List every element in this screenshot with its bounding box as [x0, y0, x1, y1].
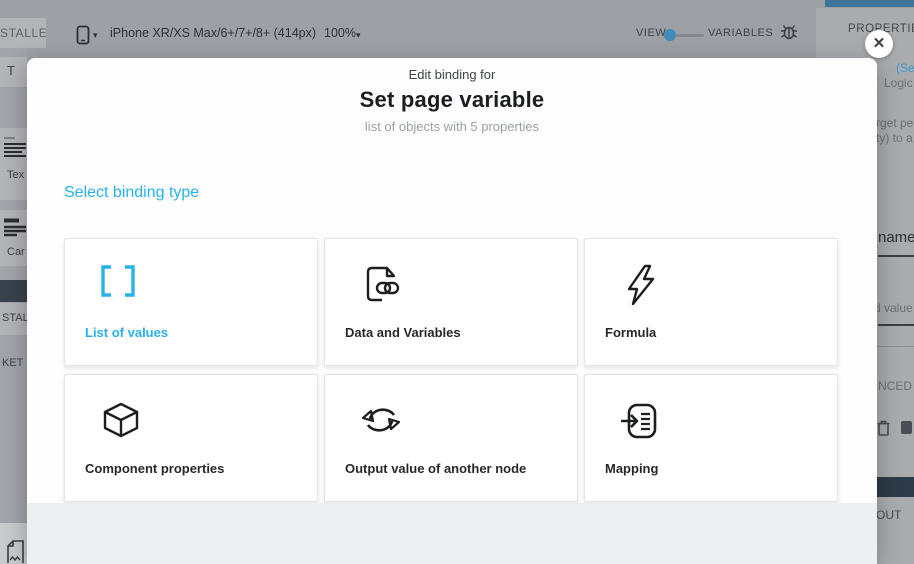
screen: STALLED ▾ iPhone XR/XS Max/6+/7+/8+ (414… [0, 0, 914, 564]
preview-button-edge[interactable] [825, 0, 914, 7]
select-binding-type-label: Select binding type [64, 184, 199, 202]
binding-card-label: Output value of another node [345, 461, 526, 476]
binding-card-label: List of values [85, 325, 168, 340]
component-text-label[interactable]: Tex [7, 169, 24, 181]
value-field-fragment[interactable]: d value [874, 301, 913, 315]
variables-label[interactable]: VARIABLES [708, 27, 773, 39]
logic-label-fragment: Logic [884, 76, 913, 90]
binding-card-mapping[interactable]: Mapping [584, 374, 838, 502]
advanced-label-fragment[interactable]: NCED [878, 379, 912, 393]
name-field-fragment[interactable]: name [878, 229, 914, 246]
description-fragment-1: rget pe [876, 116, 913, 130]
card-lines-icon [3, 218, 26, 238]
tab-installed[interactable]: STALLED [0, 18, 46, 48]
settings-link-fragment[interactable]: (Se [896, 61, 914, 75]
modal-subtitle: list of objects with 5 properties [27, 119, 877, 134]
modal-header: Edit binding for Set page variable list … [27, 67, 877, 134]
text-lines-icon [3, 136, 26, 160]
binding-card-label: Component properties [85, 461, 224, 476]
bug-icon[interactable] [780, 23, 798, 40]
component-card-label[interactable]: Car [7, 246, 25, 258]
component-typography[interactable]: T [7, 63, 15, 78]
document-link-icon [359, 263, 403, 307]
device-icon[interactable] [76, 25, 90, 45]
binding-card-label: Formula [605, 325, 656, 340]
sidebar-dark-bar [0, 280, 27, 302]
view-label[interactable]: VIEW [636, 27, 666, 39]
device-label[interactable]: iPhone XR/XS Max/6+/7+/8+ (414px) [110, 26, 316, 40]
lightning-icon [619, 263, 663, 307]
binding-card-label: Mapping [605, 461, 658, 476]
binding-card-component-properties[interactable]: Component properties [64, 374, 318, 502]
brackets-icon [99, 263, 137, 299]
sidebar-installed-fragment[interactable]: STAL [2, 312, 29, 324]
modal-eyebrow: Edit binding for [27, 67, 877, 82]
layout-tab-fragment[interactable]: OUT [876, 508, 901, 522]
document-icon[interactable] [4, 540, 26, 564]
zoom-level[interactable]: 100% [324, 26, 356, 40]
toggle-dot[interactable] [664, 29, 676, 41]
copy-icon[interactable] [901, 421, 912, 434]
zoom-caret-icon[interactable]: ▾ [356, 30, 361, 41]
close-icon[interactable]: ✕ [865, 30, 893, 58]
modal-footer [27, 503, 877, 564]
binding-card-output-value[interactable]: Output value of another node [324, 374, 578, 502]
panel-divider [877, 346, 914, 347]
binding-card-formula[interactable]: Formula [584, 238, 838, 366]
binding-card-label: Data and Variables [345, 325, 461, 340]
binding-card-list-of-values[interactable]: List of values [64, 238, 318, 366]
sync-arrows-icon [359, 399, 403, 443]
sidebar-market-fragment[interactable]: KET [2, 357, 23, 369]
device-caret-icon[interactable]: ▾ [93, 30, 98, 41]
edit-binding-modal: Edit binding for Set page variable list … [27, 58, 877, 564]
cube-icon [99, 399, 143, 443]
description-fragment-2: ty) to a [876, 131, 913, 145]
modal-title: Set page variable [27, 87, 877, 113]
binding-card-data-and-variables[interactable]: Data and Variables [324, 238, 578, 366]
trash-icon[interactable] [876, 420, 891, 436]
mapping-icon [619, 399, 663, 443]
binding-type-grid: List of values Data and Variables [64, 238, 840, 502]
name-field-underline [878, 255, 914, 257]
value-field-underline [878, 324, 914, 326]
